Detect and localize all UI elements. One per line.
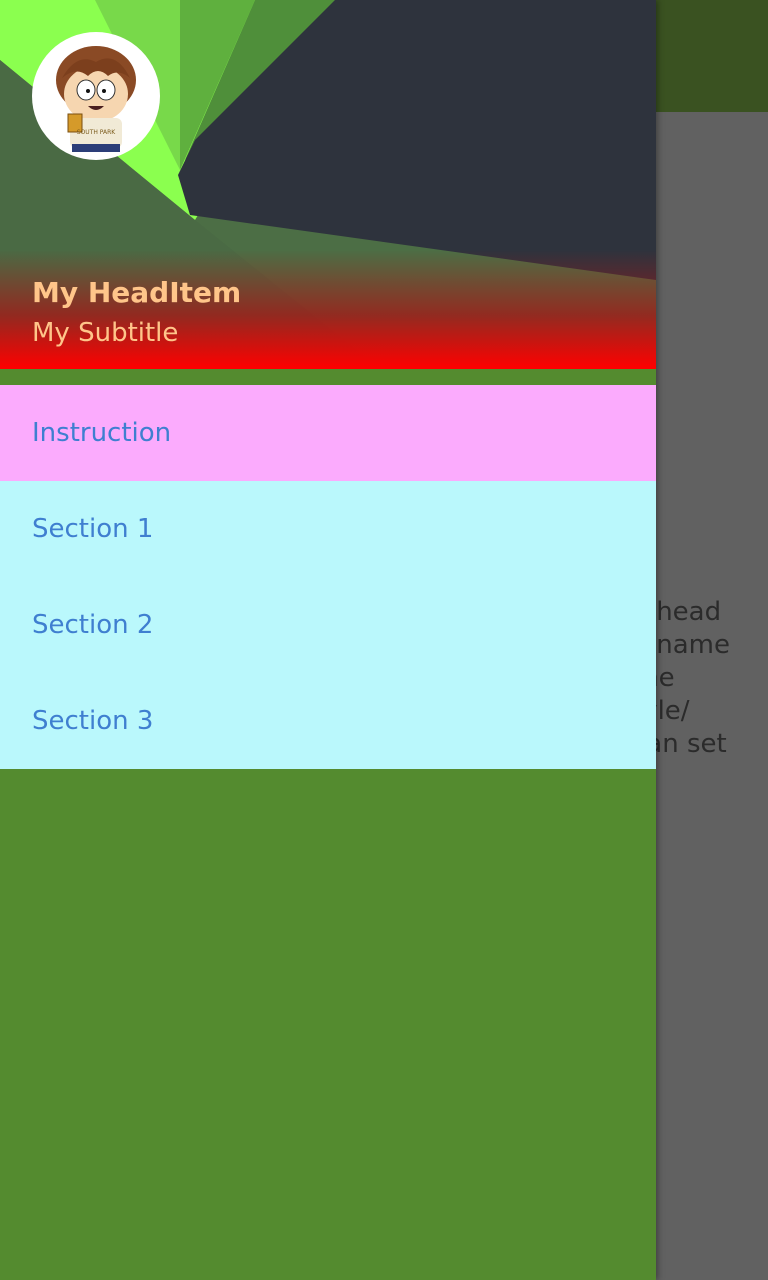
svg-text:SOUTH PARK: SOUTH PARK	[77, 129, 117, 136]
menu-item-section-2[interactable]: Section 2	[0, 577, 656, 673]
drawer-menu: Instruction Section 1 Section 2 Section …	[0, 385, 656, 769]
menu-item-instruction[interactable]: Instruction	[0, 385, 656, 481]
avatar-character-image: SOUTH PARK	[56, 46, 136, 152]
profile-avatar[interactable]: SOUTH PARK	[32, 32, 160, 160]
header-title: My HeadItem	[32, 276, 242, 309]
menu-item-label: Instruction	[32, 418, 172, 448]
drawer-header: SOUTH PARK My HeadItem My Subtitle	[0, 0, 656, 369]
menu-item-section-3[interactable]: Section 3	[0, 673, 656, 769]
header-subtitle: My Subtitle	[32, 318, 179, 348]
header-gradient-overlay	[0, 250, 656, 369]
menu-item-section-1[interactable]: Section 1	[0, 481, 656, 577]
menu-item-label: Section 2	[32, 610, 154, 640]
navigation-drawer[interactable]: SOUTH PARK My HeadItem My Subtitle Instr…	[0, 0, 656, 1280]
menu-item-label: Section 1	[32, 514, 154, 544]
menu-item-label: Section 3	[32, 706, 154, 736]
